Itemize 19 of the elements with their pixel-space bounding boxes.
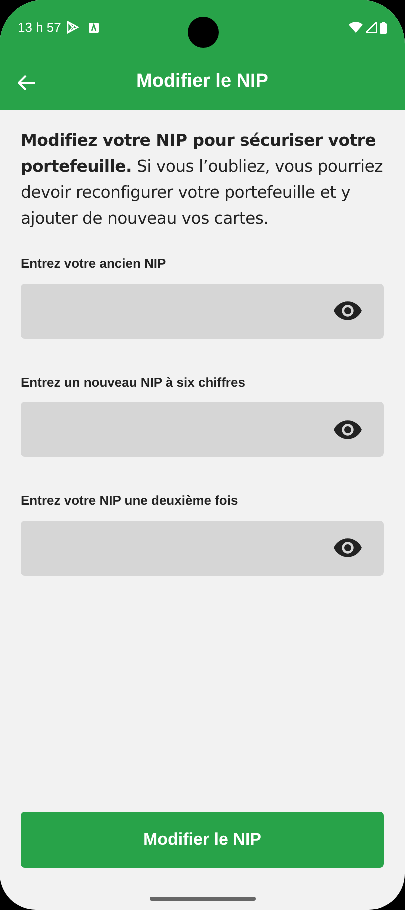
signal-icon: [366, 22, 377, 33]
submit-button[interactable]: Modifier le NIP: [21, 812, 384, 868]
field-label: Entrez votre NIP une deuxième fois: [21, 492, 240, 510]
intro-paragraph: Modifiez votre NIP pour sécuriser votre portefeuille. Si vous l’oubliez, vous pourriez devoir reconfigurer votre portefeuille et y ajouter de nouveau vos cartes.: [21, 130, 384, 230]
eye-icon[interactable]: [334, 420, 362, 440]
battery-icon: [380, 22, 387, 34]
wifi-icon: [349, 22, 363, 33]
pin-input-field[interactable]: [21, 284, 384, 338]
status-time: 13 h 57: [18, 18, 62, 37]
app-bar-title: Modifier le NIP: [136, 70, 268, 94]
notification-icon: [89, 22, 100, 32]
field-label: Entrez un nouveau NIP à six chiffres: [21, 374, 246, 392]
field-label: Entrez votre ancien NIP: [21, 255, 168, 273]
eye-icon[interactable]: [334, 301, 362, 321]
pin-input-field[interactable]: [21, 520, 384, 576]
pin-input-field[interactable]: [21, 402, 384, 457]
eye-icon[interactable]: [334, 538, 362, 558]
camera-hole: [188, 17, 219, 48]
back-arrow-icon[interactable]: [18, 74, 36, 90]
